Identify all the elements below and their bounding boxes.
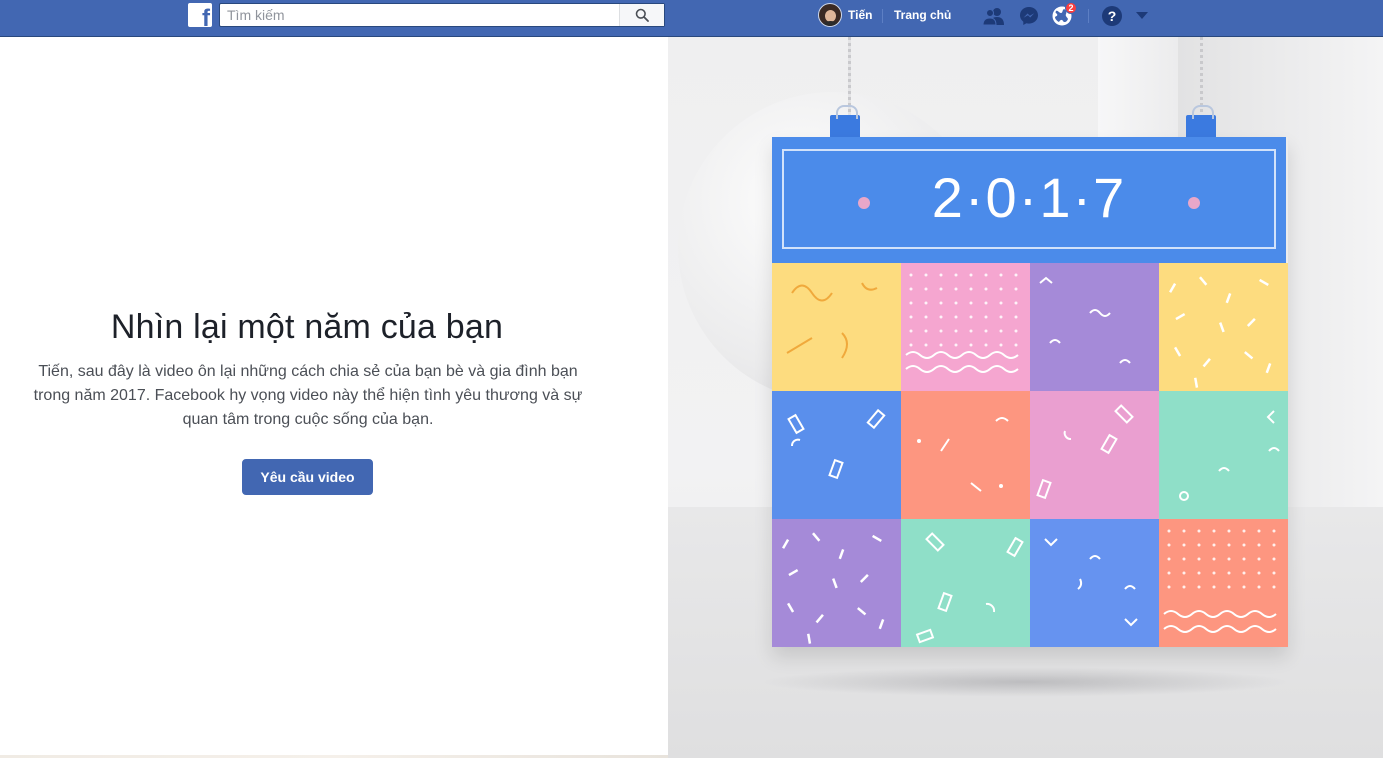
tile-pattern xyxy=(905,273,1019,373)
calendar-2017: 2·0·1·7 xyxy=(772,137,1288,647)
help-button[interactable]: ? xyxy=(1100,5,1124,27)
search-input[interactable] xyxy=(220,4,620,26)
calendar-tile xyxy=(1159,519,1288,647)
facebook-logo-icon[interactable]: f xyxy=(188,3,212,27)
tile-pattern xyxy=(786,282,878,359)
year-in-review-hero-image: 2·0·1·7 xyxy=(668,37,1383,758)
tile-pattern xyxy=(787,408,886,480)
calendar-tile xyxy=(901,263,1030,391)
binder-clip-icon xyxy=(830,105,860,139)
calendar-tile xyxy=(1030,391,1159,519)
calendar-tile xyxy=(772,263,901,391)
year-review-panel: Nhìn lại một năm của bạn Tiến, sau đây l… xyxy=(0,37,668,758)
user-name: Tiến xyxy=(848,8,873,22)
calendar-tiles xyxy=(772,263,1288,647)
search-icon xyxy=(635,8,649,22)
search-box xyxy=(219,3,665,27)
svg-text:?: ? xyxy=(1108,8,1117,24)
top-navigation-bar: f Tiến Trang chủ 2 xyxy=(0,0,1383,37)
tile-pattern xyxy=(1036,404,1134,500)
notifications-badge: 2 xyxy=(1065,2,1077,14)
calendar-tile xyxy=(901,391,1030,519)
tile-pattern xyxy=(781,532,885,644)
friend-requests-button[interactable] xyxy=(982,5,1006,27)
calendar-header: 2·0·1·7 xyxy=(772,137,1286,263)
messages-button[interactable] xyxy=(1017,5,1041,27)
calendar-tile xyxy=(901,519,1030,647)
tile-pattern xyxy=(1044,538,1138,627)
user-avatar xyxy=(818,3,842,27)
binder-clip-icon xyxy=(1186,105,1216,139)
request-video-button[interactable]: Yêu cầu video xyxy=(242,459,373,495)
page-description: Tiến, sau đây là video ôn lại những cách… xyxy=(33,363,583,428)
tile-pattern xyxy=(1163,529,1277,633)
calendar-tile xyxy=(1159,391,1288,519)
tile-pattern xyxy=(1039,276,1131,364)
notifications-button[interactable]: 2 xyxy=(1050,2,1077,27)
help-icon: ? xyxy=(1102,6,1122,26)
tile-pattern xyxy=(915,532,1024,644)
tile-pattern xyxy=(1179,410,1280,501)
caret-down-icon xyxy=(1136,12,1148,19)
calendar-tile xyxy=(1030,263,1159,391)
home-link[interactable]: Trang chủ xyxy=(894,8,951,22)
calendar-shadow xyxy=(760,667,1290,697)
page-title: Nhìn lại một năm của bạn xyxy=(110,308,504,346)
calendar-tile xyxy=(772,519,901,647)
calendar-tile xyxy=(1030,519,1159,647)
friends-icon xyxy=(982,8,1004,26)
nav-divider xyxy=(1088,9,1089,23)
tile-pattern xyxy=(1169,276,1272,388)
nav-divider xyxy=(882,9,883,23)
search-button[interactable] xyxy=(619,4,664,26)
messenger-icon xyxy=(1020,7,1038,25)
account-menu-button[interactable] xyxy=(1132,5,1152,27)
profile-link[interactable]: Tiến xyxy=(818,3,873,27)
calendar-tile xyxy=(772,391,901,519)
tile-pattern xyxy=(917,417,1009,492)
calendar-tile xyxy=(1159,263,1288,391)
calendar-year: 2·0·1·7 xyxy=(931,166,1127,229)
